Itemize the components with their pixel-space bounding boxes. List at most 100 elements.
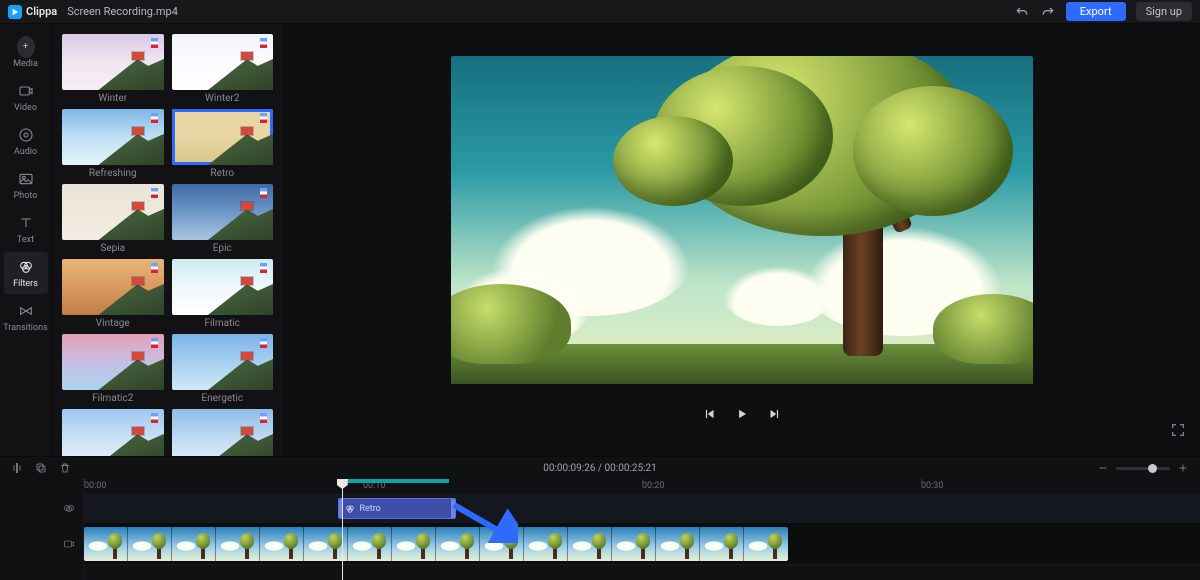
video-track[interactable] [84,523,1200,565]
filters-icon [17,258,35,276]
timeline-tracks[interactable]: 00:0000:1000:2000:3000:40 Retro [84,479,1200,580]
clip-thumbnail [656,527,700,561]
sidebar-item-label: Media [13,59,38,69]
redo-icon[interactable] [1040,4,1056,20]
sidebar-rail: + Media Video Audio Photo Text Filters Transiti… [0,24,52,456]
timecode-current: 00:00:09:26 [543,463,595,474]
copy-icon[interactable] [34,461,48,475]
play-icon[interactable] [734,406,750,422]
skip-forward-icon[interactable] [766,406,782,422]
sidebar-item-video[interactable]: Video [4,76,48,118]
sidebar-item-audio[interactable]: Audio [4,120,48,162]
playhead[interactable] [342,479,343,580]
filter-label: Sepia [62,243,164,255]
sidebar-item-label: Photo [14,191,38,201]
split-icon[interactable] [10,461,24,475]
clip-thumbnail [348,527,392,561]
filter-clip-label: Retro [359,504,380,514]
zoom-out-icon[interactable] [1096,461,1110,475]
timeline-toolbar: 00:00:09:26 / 00:00:25:21 [0,457,1200,479]
brand: Clippa [8,5,57,19]
preview-stage [284,24,1200,456]
clip-thumbnail [172,527,216,561]
filter-thumb-vintage[interactable] [62,259,164,315]
sidebar-item-photo[interactable]: Photo [4,164,48,206]
clip-handle-right[interactable] [451,499,455,518]
flag-icon [260,413,267,423]
clip-thumbnail [568,527,612,561]
zoom-control [1096,461,1190,475]
text-icon [17,214,35,232]
filter-thumb-more[interactable] [172,409,274,456]
clip-thumbnail [260,527,304,561]
clip-thumbnail [744,527,788,561]
sidebar-item-label: Video [14,103,37,113]
trash-icon[interactable] [58,461,72,475]
filter-thumb-retro[interactable] [172,109,274,165]
video-icon [17,82,35,100]
sidebar-item-label: Transitions [3,323,48,333]
filter-track-icon[interactable] [0,495,83,523]
filter-track[interactable]: Retro [84,495,1200,523]
filter-thumb-more[interactable] [62,409,164,456]
media-icon: + [17,38,35,56]
signup-button[interactable]: Sign up [1136,2,1192,21]
sidebar-item-transitions[interactable]: Transitions [4,296,48,338]
workspace: + Media Video Audio Photo Text Filters Transiti… [0,24,1200,456]
clip-thumbnail [524,527,568,561]
flag-icon [260,38,267,48]
filter-label: Refreshing [62,168,164,180]
fullscreen-icon[interactable] [1170,422,1186,442]
filter-thumb-filmatic[interactable] [172,259,274,315]
filter-thumb-energetic[interactable] [172,334,274,390]
filter-thumb-sepia[interactable] [62,184,164,240]
timeline: 00:00:09:26 / 00:00:25:21 00:0000:1000:2… [0,456,1200,580]
flag-icon [151,188,158,198]
clip-thumbnail [436,527,480,561]
work-area-strip[interactable] [342,479,449,483]
timeline-ruler[interactable]: 00:0000:1000:2000:3000:40 [84,479,1200,495]
sidebar-item-label: Text [17,235,34,245]
timecode-display: 00:00:09:26 / 00:00:25:21 [543,463,657,474]
video-track-icon[interactable] [0,523,83,565]
transitions-icon [17,302,35,320]
audio-icon [17,126,35,144]
undo-icon[interactable] [1014,4,1030,20]
zoom-in-icon[interactable] [1176,461,1190,475]
filter-thumb-refreshing[interactable] [62,109,164,165]
sidebar-item-media[interactable]: + Media [4,32,48,74]
flag-icon [260,188,267,198]
app-header: Clippa Screen Recording.mp4 Export Sign … [0,0,1200,24]
skip-back-icon[interactable] [702,406,718,422]
filter-label: Winter2 [172,93,274,105]
export-button[interactable]: Export [1066,2,1126,21]
clip-thumbnail [480,527,524,561]
clip-thumbnail [392,527,436,561]
project-title[interactable]: Screen Recording.mp4 [67,5,178,18]
flag-icon [260,113,267,123]
filter-label: Energetic [172,393,274,405]
filter-thumb-winter2[interactable] [172,34,274,90]
clip-thumbnail [128,527,172,561]
filters-icon [345,504,355,514]
filter-clip[interactable]: Retro [338,498,455,519]
filter-label: Epic [172,243,274,255]
ruler-tick: 00:00 [84,481,106,491]
sidebar-item-filters[interactable]: Filters [4,252,48,294]
sidebar-item-text[interactable]: Text [4,208,48,250]
sidebar-item-label: Filters [13,279,38,289]
filter-thumb-epic[interactable] [172,184,274,240]
preview-canvas[interactable] [451,56,1033,384]
filter-label: Vintage [62,318,164,330]
flag-icon [151,38,158,48]
video-clip[interactable] [84,527,788,561]
filter-thumb-winter[interactable] [62,34,164,90]
filter-label: Retro [172,168,274,180]
flag-icon [151,338,158,348]
filter-thumb-filmatic2[interactable] [62,334,164,390]
flag-icon [260,338,267,348]
filter-label: Filmatic [172,318,274,330]
zoom-slider[interactable] [1116,467,1170,470]
ruler-tick: 00:20 [642,481,664,491]
filters-panel[interactable]: WinterWinter2RefreshingRetroSepiaEpicVin… [52,24,284,456]
